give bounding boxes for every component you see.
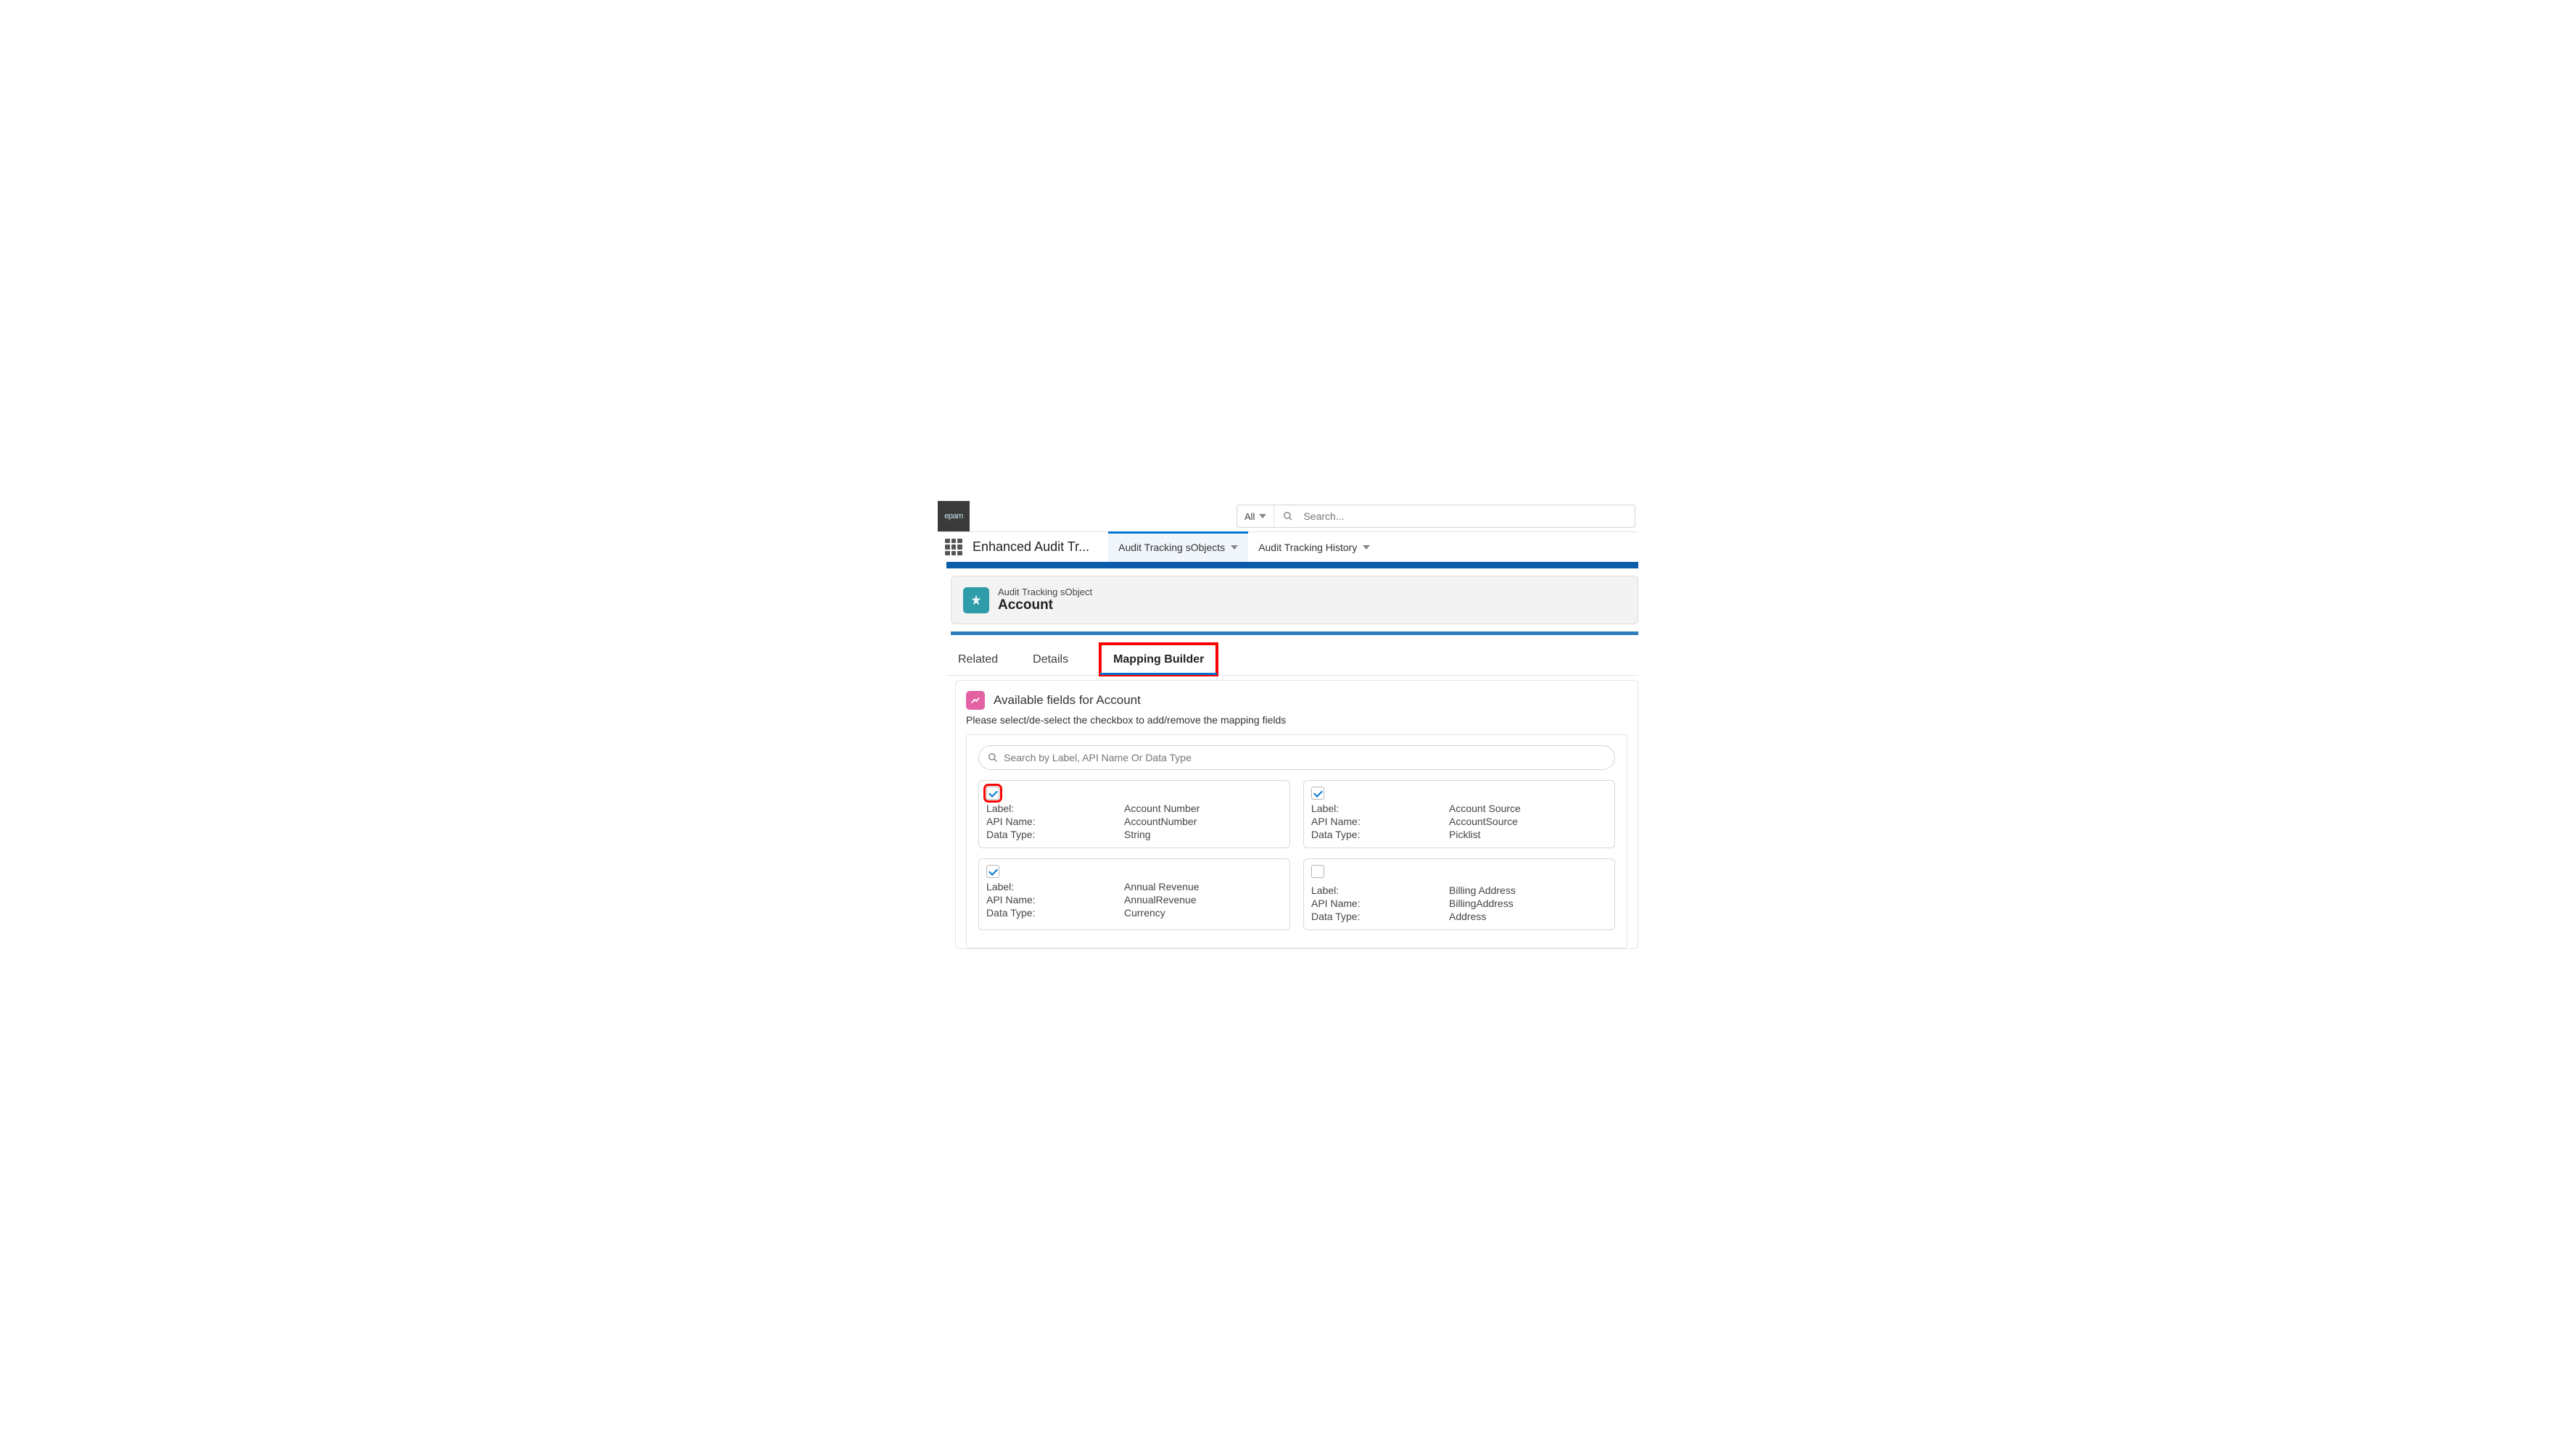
field-checkbox[interactable] bbox=[986, 865, 999, 878]
tab-details[interactable]: Details bbox=[1030, 644, 1071, 675]
tab-mapping-builder[interactable]: Mapping Builder bbox=[1100, 644, 1217, 675]
kv-val-api: BillingAddress bbox=[1449, 898, 1607, 909]
field-checkbox[interactable] bbox=[986, 787, 999, 800]
kv-val-type: Picklist bbox=[1449, 829, 1607, 840]
kv-val-label: Billing Address bbox=[1449, 884, 1607, 896]
app-window: epam All Enhanced Audit Tr... Audit Trac… bbox=[938, 501, 1638, 949]
chevron-down-icon bbox=[1363, 545, 1370, 550]
kv-key-label: Label: bbox=[1311, 884, 1449, 896]
record-tab-strip: Related Details Mapping Builder bbox=[946, 644, 1638, 676]
search-icon bbox=[1274, 511, 1299, 521]
kv-val-type: Currency bbox=[1124, 907, 1282, 919]
kv-key-type: Data Type: bbox=[986, 829, 1124, 840]
kv-key-label: Label: bbox=[1311, 803, 1449, 814]
kv-val-api: AccountNumber bbox=[1124, 816, 1282, 827]
top-bar: epam All bbox=[938, 501, 1638, 531]
global-search: All bbox=[1237, 505, 1635, 528]
field-card-billing-address: Label:Billing Address API Name:BillingAd… bbox=[1303, 858, 1615, 930]
record-panel: Related Details Mapping Builder Availabl… bbox=[946, 644, 1638, 949]
record-type-label: Audit Tracking sObject bbox=[998, 587, 1092, 597]
kv-val-label: Account Source bbox=[1449, 803, 1607, 814]
nav-tab-audit-tracking-history[interactable]: Audit Tracking History bbox=[1248, 532, 1380, 562]
kv-key-label: Label: bbox=[986, 881, 1124, 892]
field-search bbox=[978, 745, 1615, 770]
nav-tab-label: Audit Tracking History bbox=[1258, 542, 1357, 553]
section-title: Available fields for Account bbox=[994, 693, 1141, 708]
section-icon bbox=[966, 691, 985, 710]
nav-tab-audit-tracking-sobjects[interactable]: Audit Tracking sObjects bbox=[1108, 532, 1248, 562]
record-type-icon bbox=[963, 587, 989, 613]
kv-val-type: Address bbox=[1449, 911, 1607, 922]
record-title: Account bbox=[998, 597, 1092, 613]
kv-val-label: Account Number bbox=[1124, 803, 1282, 814]
kv-key-label: Label: bbox=[986, 803, 1124, 814]
kv-val-api: AccountSource bbox=[1449, 816, 1607, 827]
kv-val-api: AnnualRevenue bbox=[1124, 894, 1282, 906]
field-checkbox[interactable] bbox=[1311, 787, 1324, 800]
search-scope-select[interactable]: All bbox=[1237, 505, 1274, 527]
field-card-annual-revenue: Label:Annual Revenue API Name:AnnualReve… bbox=[978, 858, 1290, 930]
accent-bar-thin bbox=[951, 631, 1638, 635]
record-header: Audit Tracking sObject Account bbox=[951, 576, 1638, 624]
search-icon bbox=[988, 753, 998, 763]
nav-tab-label: Audit Tracking sObjects bbox=[1118, 542, 1225, 553]
kv-key-type: Data Type: bbox=[986, 907, 1124, 919]
chevron-down-icon bbox=[1231, 545, 1238, 550]
tab-related[interactable]: Related bbox=[955, 644, 1001, 675]
kv-key-type: Data Type: bbox=[1311, 829, 1449, 840]
field-search-input[interactable] bbox=[1004, 752, 1606, 763]
kv-val-type: String bbox=[1124, 829, 1282, 840]
field-card-account-number: Label:Account Number API Name:AccountNum… bbox=[978, 780, 1290, 848]
kv-key-type: Data Type: bbox=[1311, 911, 1449, 922]
nav-bar: Enhanced Audit Tr... Audit Tracking sObj… bbox=[938, 531, 1638, 562]
field-checkbox[interactable] bbox=[1311, 865, 1324, 878]
brand-logo: epam bbox=[938, 501, 970, 531]
search-scope-label: All bbox=[1244, 511, 1255, 522]
accent-bar bbox=[946, 562, 1638, 568]
kv-key-api: API Name: bbox=[1311, 816, 1449, 827]
chevron-down-icon bbox=[1259, 514, 1266, 518]
app-name: Enhanced Audit Tr... bbox=[973, 539, 1108, 555]
app-launcher-icon[interactable] bbox=[945, 539, 962, 556]
kv-key-api: API Name: bbox=[986, 816, 1124, 827]
kv-key-api: API Name: bbox=[1311, 898, 1449, 909]
kv-key-api: API Name: bbox=[986, 894, 1124, 906]
help-text: Please select/de-select the checkbox to … bbox=[966, 714, 1627, 726]
fields-panel: Label:Account Number API Name:AccountNum… bbox=[966, 734, 1627, 948]
global-search-input[interactable] bbox=[1299, 510, 1635, 522]
field-card-account-source: Label:Account Source API Name:AccountSou… bbox=[1303, 780, 1615, 848]
kv-val-label: Annual Revenue bbox=[1124, 881, 1282, 892]
mapping-builder-content: Available fields for Account Please sele… bbox=[955, 680, 1638, 949]
